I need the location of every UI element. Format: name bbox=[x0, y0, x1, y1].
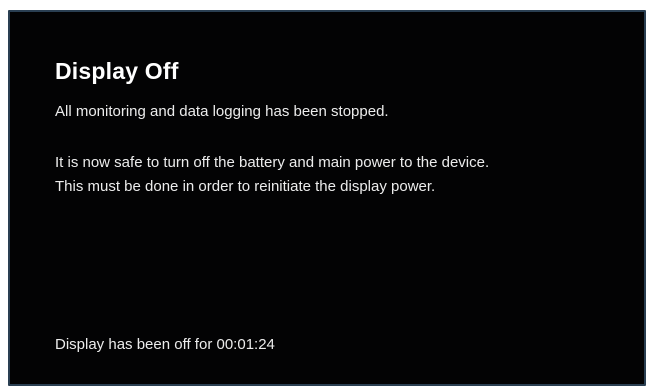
page-title: Display Off bbox=[55, 58, 179, 84]
reinitiate-message: This must be done in order to reinitiate… bbox=[55, 178, 436, 195]
off-duration-label: Display has been off for bbox=[55, 336, 213, 353]
stopped-message: All monitoring and data logging has been… bbox=[55, 103, 389, 120]
display-off-screen: Display Off All monitoring and data logg… bbox=[8, 10, 646, 386]
off-duration-timer: 00:01:24 bbox=[216, 336, 275, 353]
off-duration-status: Display has been off for 00:01:24 bbox=[55, 336, 275, 353]
safe-power-off-message: It is now safe to turn off the battery a… bbox=[55, 154, 490, 171]
